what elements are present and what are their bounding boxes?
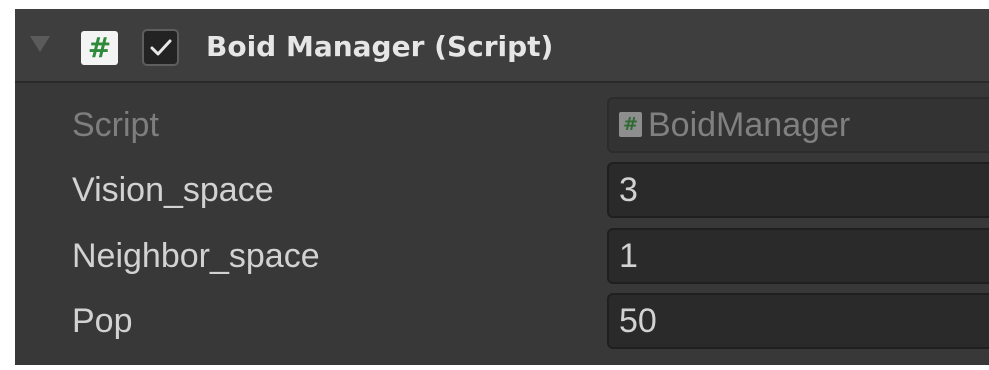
script-reference-field[interactable]: # BoidManager	[607, 97, 989, 153]
pop-field[interactable]: 50	[607, 293, 989, 349]
component-enabled-checkbox[interactable]	[142, 29, 179, 66]
property-label-pop: Pop	[72, 302, 133, 340]
inspector-component-panel: # Boid Manager (Script) Script # BoidMana…	[15, 9, 989, 365]
csharp-script-icon: #	[81, 31, 118, 65]
neighbor-space-field[interactable]: 1	[607, 228, 989, 284]
component-header[interactable]: # Boid Manager (Script)	[15, 9, 989, 83]
property-label-neighbor-space: Neighbor_space	[72, 237, 320, 275]
foldout-arrow-icon[interactable]	[30, 36, 50, 52]
checkmark-icon	[150, 39, 172, 56]
property-label-vision-space: Vision_space	[72, 171, 274, 209]
script-file-icon: #	[619, 111, 642, 137]
property-label-script: Script	[72, 106, 159, 144]
vision-space-field[interactable]: 3	[607, 162, 989, 218]
component-title: Boid Manager (Script)	[206, 30, 554, 63]
script-reference-value: BoidManager	[648, 106, 851, 144]
